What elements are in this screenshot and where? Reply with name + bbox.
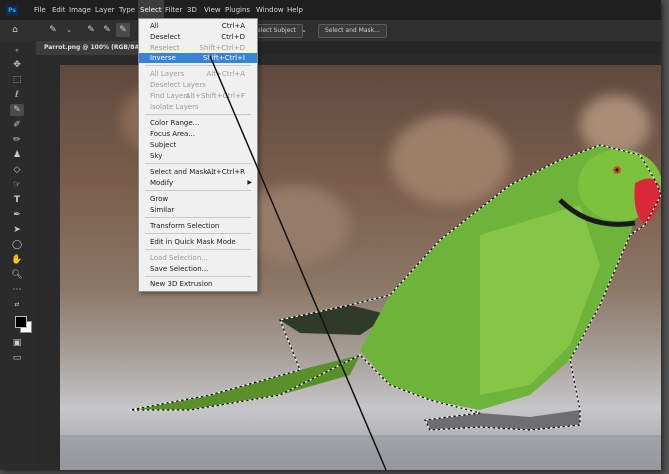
annotation-pointer-line xyxy=(209,55,387,470)
photoshop-window: Ps File Edit Image Layer Type Select Fil… xyxy=(0,0,661,470)
